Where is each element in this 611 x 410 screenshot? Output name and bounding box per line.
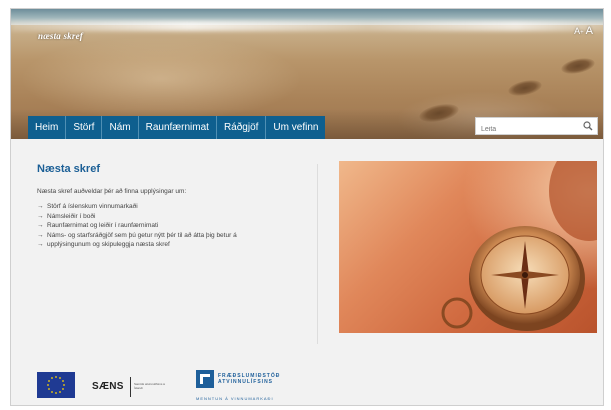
plus-icon: + xyxy=(580,30,584,36)
search-box xyxy=(475,117,598,138)
nav-item-um-vefinn[interactable]: Um vefinn xyxy=(266,116,326,139)
list-item: Náms- og starfsráðgjöf sem þú getur nýtt… xyxy=(37,231,297,241)
main-nav: Heim Störf Nám Raunfærnimat Ráðgjöf Um v… xyxy=(28,116,326,139)
wave-foam xyxy=(11,21,603,31)
list-item: Námsleiðir í boði xyxy=(37,212,297,222)
hero-banner: næsta skref A+ A Heim Störf Nám Raunfærni… xyxy=(11,9,603,139)
intro-text: Næsta skref auðveldar þér að finna upplý… xyxy=(37,188,187,195)
eu-stars-icon xyxy=(47,376,65,394)
nav-item-heim[interactable]: Heim xyxy=(28,116,67,139)
compass-photo xyxy=(339,161,597,333)
nav-item-raunfaernimat[interactable]: Raunfærnimat xyxy=(138,116,217,139)
list-item: Störf á íslenskum vinnumarkaði xyxy=(37,202,297,212)
fraedslumidstod-name: FRÆÐSLUMIÐSTÖÐ ATVINNULÍFSINS xyxy=(218,373,280,385)
list-item-continuation: upplýsingunum og skipuleggja næsta skref xyxy=(37,240,297,250)
content-divider xyxy=(317,164,318,344)
fraedslumidstod-symbol-icon xyxy=(200,374,210,384)
font-size-controls: A+ A xyxy=(574,25,593,37)
feature-list: Störf á íslenskum vinnumarkaði Námsleiði… xyxy=(37,202,297,250)
nav-item-radgjof[interactable]: Ráðgjöf xyxy=(216,116,267,139)
list-item: Raunfærnimat og leiðir í raunfærnimati xyxy=(37,221,297,231)
compass-illustration xyxy=(441,161,597,331)
site-logo[interactable]: næsta skref xyxy=(38,31,83,41)
fraedslumidstod-logo[interactable]: FRÆÐSLUMIÐSTÖÐ ATVINNULÍFSINS MENNTUN Á … xyxy=(196,369,306,403)
fraedslumidstod-tagline: MENNTUN Á VINNUMARKAÐI xyxy=(196,396,274,401)
eu-flag-icon xyxy=(37,372,75,398)
search-icon[interactable] xyxy=(583,121,593,131)
footprint xyxy=(559,55,597,77)
saens-divider xyxy=(130,377,131,397)
saens-subtitle: Samtök atvinnulífsins á Íslandi xyxy=(134,382,165,390)
page-frame: næsta skref A+ A Heim Störf Nám Raunfærni… xyxy=(10,8,604,406)
fraedslumidstod-mark-icon xyxy=(196,370,214,388)
search-input[interactable] xyxy=(476,121,576,138)
main-content: Næsta skref Næsta skref auðveldar þér að… xyxy=(11,139,603,347)
nav-item-nam[interactable]: Nám xyxy=(102,116,139,139)
nav-item-storf[interactable]: Störf xyxy=(66,116,103,139)
footer: SÆNS Samtök atvinnulífsins á Íslandi FRÆ… xyxy=(11,347,603,405)
page-title: Næsta skref xyxy=(37,163,100,175)
font-larger-button[interactable]: A xyxy=(586,25,593,37)
fraedslumidstod-line2: ATVINNULÍFSINS xyxy=(218,379,274,385)
saens-wordmark: SÆNS xyxy=(92,381,124,392)
footprint xyxy=(506,77,544,99)
